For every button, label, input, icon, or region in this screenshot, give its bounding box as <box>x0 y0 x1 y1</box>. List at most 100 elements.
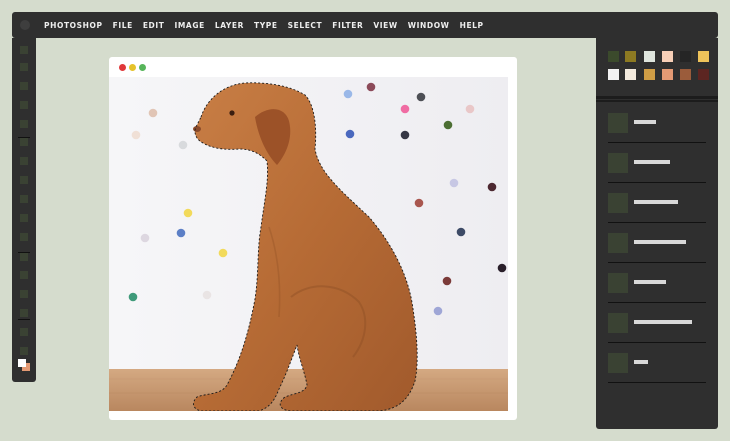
layer-row[interactable] <box>608 153 706 175</box>
menu-item-image[interactable]: IMAGE <box>174 21 204 30</box>
close-button[interactable] <box>119 64 126 71</box>
color-swatch[interactable] <box>644 69 655 80</box>
color-swatch[interactable] <box>625 69 636 80</box>
layer-divider <box>608 182 706 183</box>
panel-divider <box>596 100 718 102</box>
color-swatch[interactable] <box>680 69 691 80</box>
confetti-dot <box>497 263 507 273</box>
app-logo-icon <box>20 20 30 30</box>
menu-item-file[interactable]: FILE <box>113 21 133 30</box>
layer-divider <box>608 342 706 343</box>
layer-thumbnail <box>608 313 628 333</box>
tool-button-11[interactable] <box>20 233 28 241</box>
tool-button-9[interactable] <box>20 195 28 203</box>
color-swatch[interactable] <box>698 69 709 80</box>
confetti-dot <box>178 140 188 150</box>
confetti-dot <box>414 198 424 208</box>
confetti-dot <box>148 108 158 118</box>
confetti-dot <box>176 228 186 238</box>
menu-item-type[interactable]: TYPE <box>254 21 278 30</box>
color-swatch[interactable] <box>662 51 673 62</box>
confetti-dot <box>465 104 475 114</box>
layer-row[interactable] <box>608 353 706 375</box>
layer-name <box>634 120 656 124</box>
confetti-dot <box>442 276 452 286</box>
minimize-button[interactable] <box>129 64 136 71</box>
tool-button-14[interactable] <box>20 290 28 298</box>
tool-button-17[interactable] <box>20 347 28 355</box>
maximize-button[interactable] <box>139 64 146 71</box>
color-swatch[interactable] <box>698 51 709 62</box>
color-swatch[interactable] <box>625 51 636 62</box>
confetti-dot <box>128 292 138 302</box>
confetti-dot <box>456 227 466 237</box>
right-panel <box>596 38 718 429</box>
menu-item-view[interactable]: VIEW <box>373 21 397 30</box>
color-swatch[interactable] <box>662 69 673 80</box>
confetti-dot <box>343 89 353 99</box>
layer-thumbnail <box>608 193 628 213</box>
layer-thumbnail <box>608 353 628 373</box>
confetti-dot <box>443 120 453 130</box>
confetti-dot <box>433 306 443 316</box>
tool-button-15[interactable] <box>20 309 28 317</box>
menu-item-edit[interactable]: EDIT <box>143 21 165 30</box>
color-swatch[interactable] <box>608 51 619 62</box>
layer-thumbnail <box>608 153 628 173</box>
layer-divider <box>608 222 706 223</box>
tool-button-5[interactable] <box>20 120 28 128</box>
color-swatch[interactable] <box>608 69 619 80</box>
menu-item-window[interactable]: WINDOW <box>408 21 450 30</box>
color-swatch[interactable] <box>680 51 691 62</box>
dog-photo <box>109 77 508 411</box>
tool-button-3[interactable] <box>20 82 28 90</box>
image-canvas[interactable] <box>109 77 508 411</box>
tool-button-12[interactable] <box>20 253 28 261</box>
layer-thumbnail <box>608 113 628 133</box>
confetti-dot <box>400 104 410 114</box>
tool-button-10[interactable] <box>20 214 28 222</box>
menu-bar: PHOTOSHOP FILE EDIT IMAGE LAYER TYPE SELECT FIL… <box>12 12 718 38</box>
confetti-dot <box>416 92 426 102</box>
menu: PHOTOSHOP FILE EDIT IMAGE LAYER TYPE SELECT FIL… <box>44 12 494 38</box>
confetti-dot <box>218 248 228 258</box>
tool-button-4[interactable] <box>20 101 28 109</box>
menu-item-select[interactable]: SELECT <box>288 21 323 30</box>
menu-item-filter[interactable]: FILTER <box>332 21 363 30</box>
layer-divider <box>608 302 706 303</box>
toolbar-divider <box>18 137 30 138</box>
layer-name <box>634 160 670 164</box>
tool-button-1[interactable] <box>20 46 28 54</box>
tools-panel <box>12 38 36 382</box>
layer-row[interactable] <box>608 113 706 135</box>
layer-divider <box>608 382 706 383</box>
menu-item-layer[interactable]: LAYER <box>215 21 244 30</box>
tool-button-8[interactable] <box>20 176 28 184</box>
tool-button-2[interactable] <box>20 63 28 71</box>
layer-row[interactable] <box>608 233 706 255</box>
menu-item-photoshop[interactable]: PHOTOSHOP <box>44 21 103 30</box>
confetti-dot <box>400 130 410 140</box>
layer-row[interactable] <box>608 193 706 215</box>
confetti-dot <box>366 82 376 92</box>
tool-button-7[interactable] <box>20 157 28 165</box>
tool-button-16[interactable] <box>20 328 28 336</box>
layer-divider <box>608 142 706 143</box>
confetti-dot <box>131 130 141 140</box>
confetti-dot <box>345 129 355 139</box>
menu-item-help[interactable]: HELP <box>460 21 484 30</box>
layer-name <box>634 360 648 364</box>
layer-row[interactable] <box>608 273 706 295</box>
layer-name <box>634 320 692 324</box>
foreground-color-swatch[interactable] <box>18 359 26 367</box>
toolbar-divider <box>18 319 30 320</box>
layer-thumbnail <box>608 273 628 293</box>
tool-button-13[interactable] <box>20 271 28 279</box>
color-swatch[interactable] <box>644 51 655 62</box>
tool-button-6[interactable] <box>20 138 28 146</box>
layer-row[interactable] <box>608 313 706 335</box>
toolbar-divider <box>18 252 30 253</box>
confetti-dot <box>449 178 459 188</box>
confetti-dot <box>183 208 193 218</box>
layer-name <box>634 280 666 284</box>
